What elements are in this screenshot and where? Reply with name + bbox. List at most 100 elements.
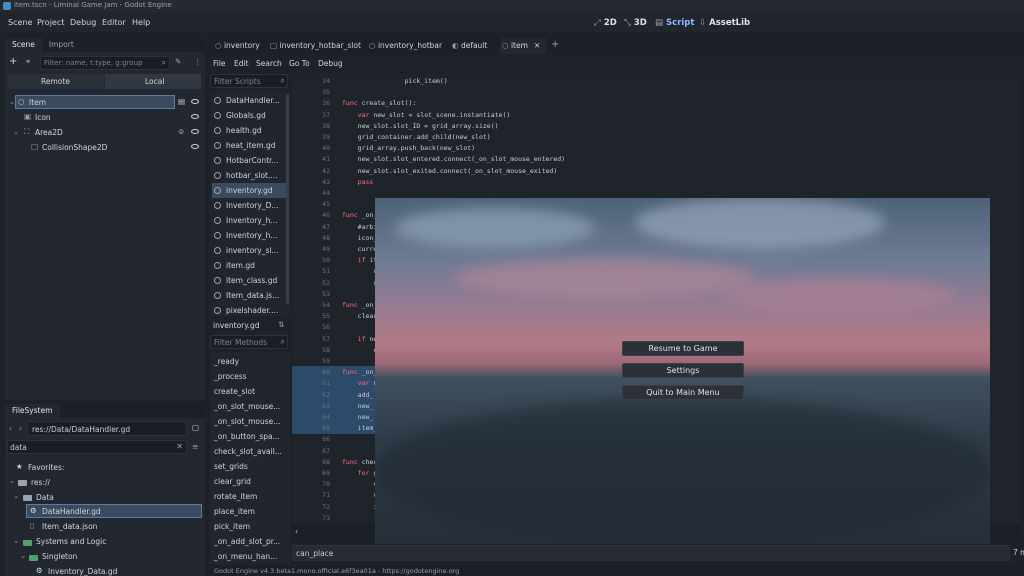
expand-icon[interactable]: ⌄ <box>13 491 19 500</box>
method-item[interactable]: pick_item <box>214 522 250 531</box>
quit-to-main-menu-button[interactable]: Quit to Main Menu <box>622 385 744 400</box>
fs-item-res[interactable]: res:// <box>31 478 50 487</box>
mode-3d-button[interactable]: ⤡ 3D <box>624 18 647 28</box>
method-item[interactable]: _on_add_slot_pr... <box>214 537 280 546</box>
link-icon[interactable]: ⚭ <box>25 57 31 66</box>
signal-icon[interactable]: ⊚ <box>178 127 184 136</box>
sort-icon[interactable]: ≡ <box>192 442 198 451</box>
method-item[interactable]: _on_menu_han... <box>214 552 277 561</box>
script-list-item[interactable]: hotbar_slot.... <box>212 168 286 183</box>
fs-item-systems[interactable]: Systems and Logic <box>36 537 106 546</box>
favorites-label: Favorites: <box>28 463 65 472</box>
tab-filesystem[interactable]: FileSystem <box>5 404 60 418</box>
remote-button[interactable]: Remote <box>8 74 104 89</box>
expand-icon[interactable]: ⌄ <box>13 127 19 136</box>
script-list-item[interactable]: item_class.gd <box>212 273 286 288</box>
expand-icon[interactable]: ⌄ <box>9 97 15 106</box>
filter-scripts-input[interactable]: Filter Scripts ⌕ <box>210 74 288 88</box>
tree-node-area2d[interactable]: Area2D <box>35 128 63 137</box>
fs-item-itemdata[interactable]: Item_data.json <box>42 522 97 531</box>
script-list-item[interactable]: Inventory_h... <box>212 213 286 228</box>
script-list-item[interactable]: health.gd <box>212 123 286 138</box>
script-icon[interactable]: ▤ <box>178 97 185 106</box>
editor-tab-inventory-hotbar[interactable]: ○ inventory_hotbar <box>369 41 442 50</box>
add-tab-icon[interactable]: + <box>551 39 559 50</box>
sort-icon[interactable]: ⇅ <box>278 320 284 329</box>
script-menu-edit[interactable]: Edit <box>234 59 249 68</box>
code-line: grid_container.add_child(new_slot) <box>342 133 491 141</box>
back-icon[interactable]: ‹ <box>9 424 12 433</box>
fs-item-data[interactable]: Data <box>36 493 54 502</box>
method-item[interactable]: _on_button_spa... <box>214 432 280 441</box>
find-input[interactable]: can_place <box>292 545 1010 561</box>
method-item[interactable]: set_grids <box>214 462 248 471</box>
editor-tab-inventory[interactable]: ○ inventory <box>215 41 260 50</box>
tree-node-collisionshape2d[interactable]: CollisionShape2D <box>42 143 107 152</box>
fs-item-inventory-data[interactable]: Inventory_Data.gd <box>48 567 117 576</box>
method-item[interactable]: rotate_item <box>214 492 257 501</box>
editor-tab-inventory-hotbar-slot[interactable]: ▢ inventory_hotbar_slot <box>270 41 361 50</box>
scroll-left-icon[interactable]: ‹ <box>295 527 298 536</box>
script-list-item[interactable]: pixelshader.... <box>212 303 286 318</box>
menu-debug[interactable]: Debug <box>70 18 96 27</box>
filesystem-path-input[interactable]: res://Data/DataHandler.gd <box>27 421 187 436</box>
expand-icon[interactable]: ⌄ <box>20 551 26 560</box>
script-list-item[interactable]: Globals.gd <box>212 108 286 123</box>
mode-2d-button[interactable]: ⤢ 2D <box>594 18 617 28</box>
visibility-eye-icon[interactable] <box>191 129 199 134</box>
script-list-item-selected[interactable]: inventory.gd <box>212 183 286 198</box>
script-menu-file[interactable]: File <box>213 59 226 68</box>
scene-filter-input[interactable]: Filter: name, t:type, g:group ⌕ <box>40 56 170 70</box>
script-list-scrollbar[interactable] <box>286 94 289 304</box>
method-item[interactable]: check_slot_avail... <box>214 447 282 456</box>
visibility-eye-icon[interactable] <box>191 144 199 149</box>
script-list-item[interactable]: item.gd <box>212 258 286 273</box>
method-item[interactable]: _ready <box>214 357 239 366</box>
tab-import[interactable]: Import <box>42 38 81 52</box>
fs-item-singleton[interactable]: Singleton <box>42 552 77 561</box>
add-node-icon[interactable]: + <box>9 56 17 67</box>
forward-icon[interactable]: › <box>19 424 22 433</box>
resume-button[interactable]: Resume to Game <box>622 341 744 356</box>
method-item[interactable]: clear_grid <box>214 477 251 486</box>
script-list-item[interactable]: DataHandler... <box>212 93 286 108</box>
script-list-item[interactable]: heat_item.gd <box>212 138 286 153</box>
script-list-item[interactable]: HotbarContr... <box>212 153 286 168</box>
method-item[interactable]: create_slot <box>214 387 255 396</box>
script-menu-search[interactable]: Search <box>256 59 282 68</box>
line-number: 61 <box>322 379 330 388</box>
split-view-icon[interactable]: ▢ <box>192 423 199 432</box>
tab-scene[interactable]: Scene <box>5 38 42 52</box>
clear-icon[interactable]: ✕ <box>176 442 183 451</box>
close-tab-icon[interactable]: ✕ <box>534 41 540 50</box>
filesystem-search-input[interactable]: data ✕ <box>7 440 187 454</box>
visibility-eye-icon[interactable] <box>191 99 199 104</box>
script-attach-icon[interactable]: ✎ <box>175 57 181 66</box>
more-icon[interactable]: ⋮ <box>194 57 202 66</box>
mode-assetlib-button[interactable]: ⇩ AssetLib <box>699 18 750 28</box>
method-item[interactable]: _process <box>214 372 247 381</box>
script-list-item[interactable]: Inventory_h... <box>212 228 286 243</box>
menu-project[interactable]: Project <box>37 18 64 27</box>
menu-help[interactable]: Help <box>132 18 150 27</box>
method-item[interactable]: place_item <box>214 507 255 516</box>
script-menu-debug[interactable]: Debug <box>318 59 343 68</box>
method-item[interactable]: _on_slot_mouse... <box>214 402 280 411</box>
local-button[interactable]: Local <box>105 74 201 89</box>
menu-editor[interactable]: Editor <box>102 18 126 27</box>
tree-node-icon[interactable]: Icon <box>35 113 51 122</box>
script-list-item[interactable]: Item_data.js... <box>212 288 286 303</box>
settings-button[interactable]: Settings <box>622 363 744 378</box>
method-item[interactable]: _on_slot_mouse... <box>214 417 280 426</box>
filter-methods-input[interactable]: Filter Methods ⌕ <box>210 335 288 349</box>
script-menu-goto[interactable]: Go To <box>289 59 310 68</box>
menu-scene[interactable]: Scene <box>8 18 32 27</box>
editor-tab-item[interactable]: ○ item <box>502 41 528 50</box>
mode-script-button[interactable]: ▤ Script <box>655 18 694 28</box>
editor-tab-default[interactable]: ◐ default <box>452 41 487 50</box>
script-list-item[interactable]: inventory_sl... <box>212 243 286 258</box>
expand-icon[interactable]: ⌄ <box>13 536 19 545</box>
expand-icon[interactable]: ⌄ <box>9 476 15 485</box>
script-list-item[interactable]: Inventory_D... <box>212 198 286 213</box>
visibility-eye-icon[interactable] <box>191 114 199 119</box>
